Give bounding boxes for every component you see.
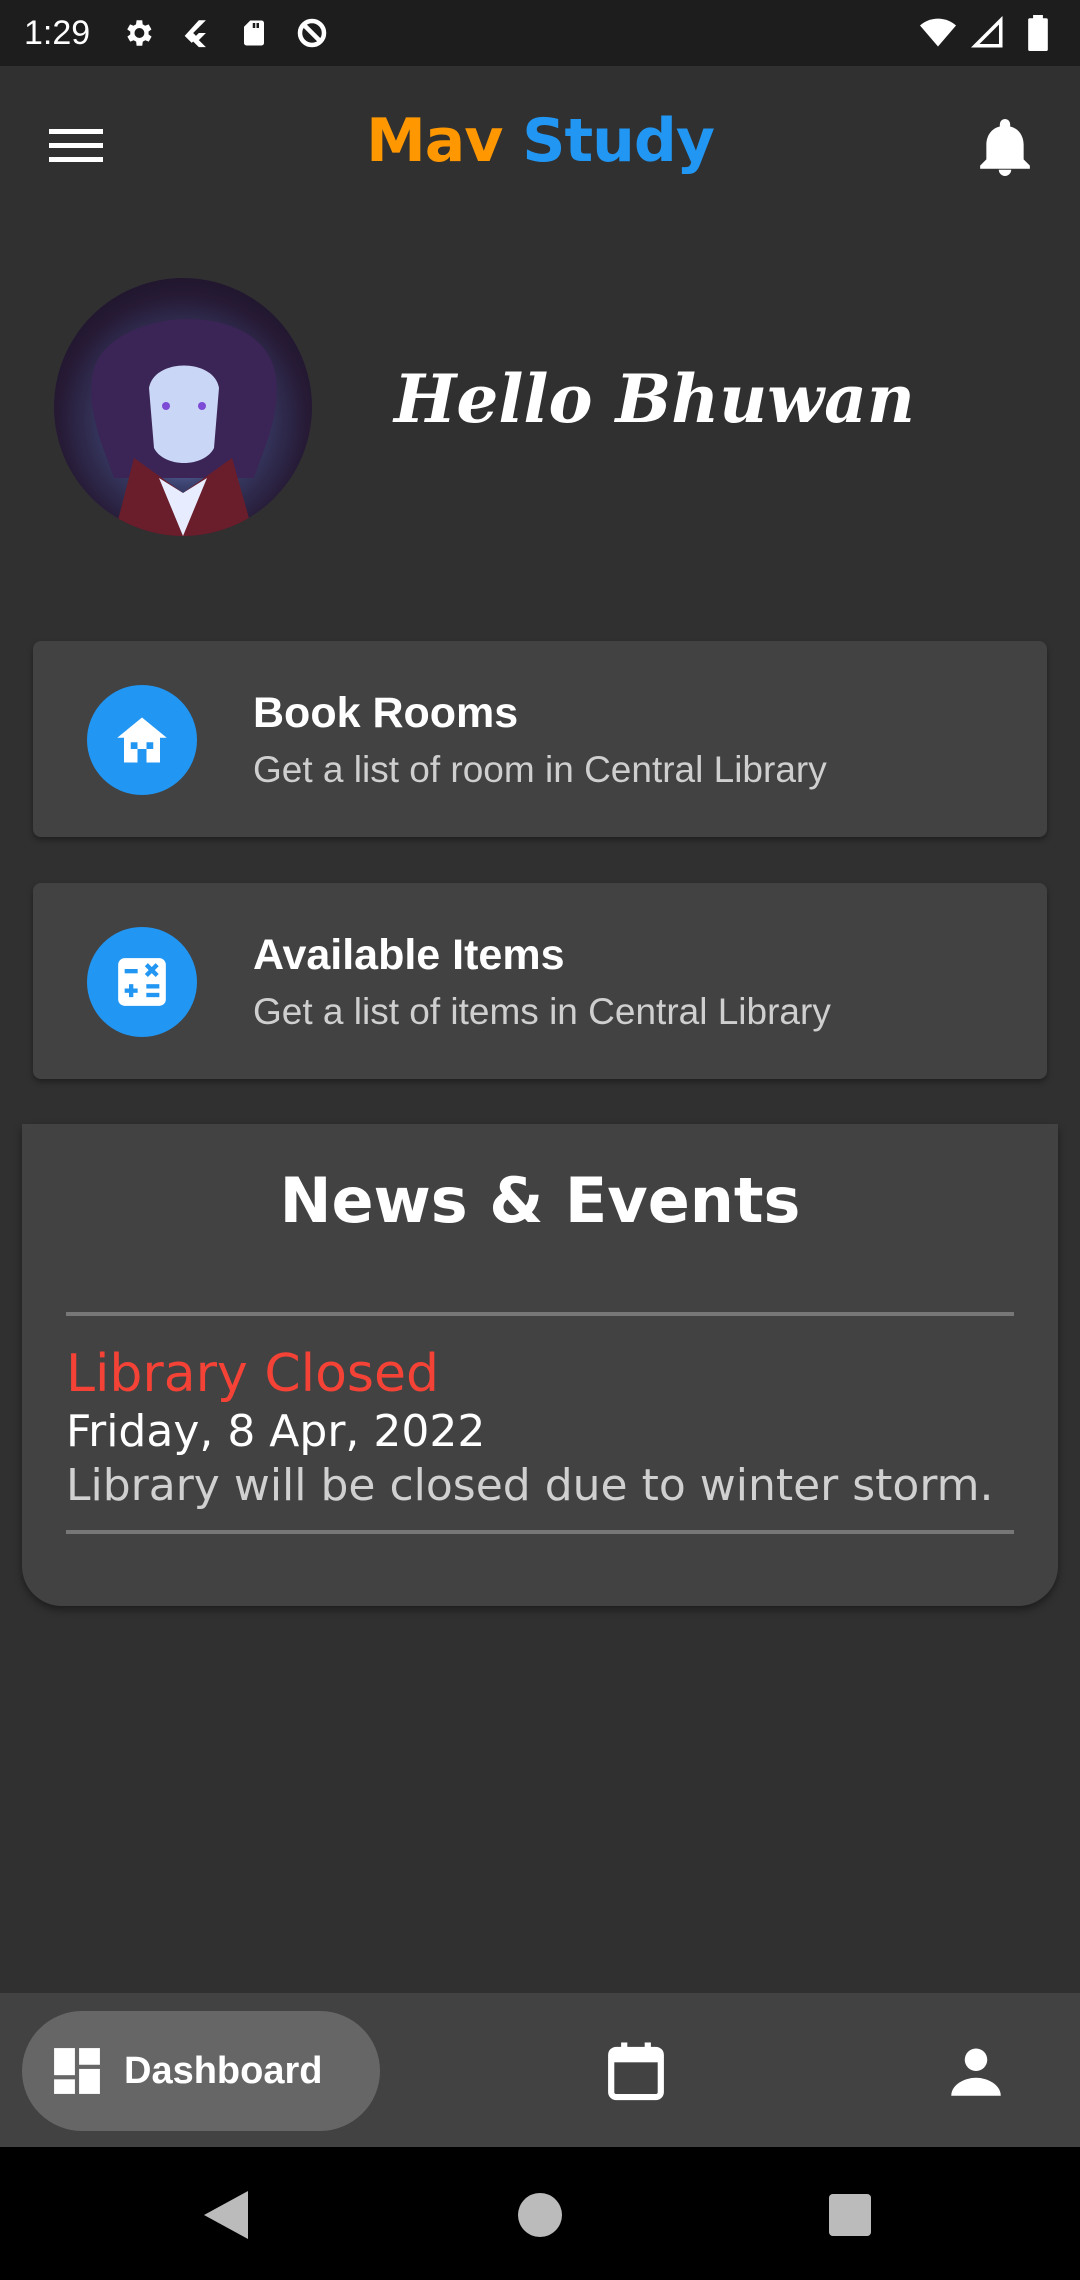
available-items-card[interactable]: Available Items Get a list of items in C…	[33, 883, 1047, 1079]
dashboard-icon	[54, 2048, 100, 2094]
recents-icon	[829, 2194, 871, 2236]
status-icons-left	[120, 15, 330, 51]
person-icon	[951, 2048, 1001, 2096]
news-heading: News & Events	[279, 1164, 801, 1237]
sd-card-icon	[236, 15, 272, 51]
home-icon	[518, 2193, 562, 2237]
app-title-study: Study	[522, 106, 715, 176]
book-rooms-title: Book Rooms	[253, 689, 519, 737]
settings-icon	[120, 15, 156, 51]
nav-dashboard-label: Dashboard	[124, 2049, 323, 2092]
flutter-icon	[178, 15, 214, 51]
news-divider	[66, 1530, 1014, 1534]
event-date: Friday, 8 Apr, 2022	[66, 1406, 486, 1457]
system-back-button[interactable]	[196, 2187, 256, 2243]
house-icon	[117, 717, 167, 763]
app-bar: Mav Study	[0, 66, 1080, 226]
app-title-mav: Mav	[366, 106, 503, 176]
avatar-image	[91, 319, 277, 536]
calendar-icon	[608, 2042, 664, 2101]
status-time: 1:29	[24, 13, 91, 52]
nav-profile[interactable]	[936, 2031, 1016, 2111]
bell-icon	[980, 119, 1030, 176]
event-description: Library will be closed due to winter sto…	[66, 1460, 994, 1511]
calculator-icon	[118, 958, 166, 1006]
status-icons-right	[920, 15, 1056, 51]
data-saver-icon	[294, 15, 330, 51]
book-rooms-card[interactable]: Book Rooms Get a list of room in Central…	[33, 641, 1047, 837]
system-home-button[interactable]	[512, 2187, 568, 2243]
avatar	[54, 278, 312, 536]
available-items-title: Available Items	[253, 931, 565, 979]
event-title[interactable]: Library Closed	[66, 1344, 439, 1404]
news-events-panel: News & Events Library Closed Friday, 8 A…	[22, 1124, 1058, 1606]
cell-signal-icon	[970, 15, 1006, 51]
system-recents-button[interactable]	[822, 2187, 878, 2243]
status-bar: 1:29	[0, 0, 1080, 66]
greeting-text: Hello Bhuwan	[394, 360, 915, 438]
book-rooms-subtitle: Get a list of room in Central Library	[253, 749, 827, 790]
wifi-icon	[920, 15, 956, 51]
book-rooms-icon-circle	[87, 685, 197, 795]
available-items-icon-circle	[87, 927, 197, 1037]
news-divider	[66, 1312, 1014, 1316]
available-items-subtitle: Get a list of items in Central Library	[253, 991, 831, 1032]
battery-icon	[1020, 15, 1056, 51]
nav-dashboard[interactable]: Dashboard	[22, 2011, 380, 2131]
bottom-navigation: Dashboard	[0, 1993, 1080, 2147]
nav-calendar[interactable]	[596, 2031, 676, 2111]
notifications-button[interactable]	[970, 112, 1040, 182]
app-title: Mav Study	[0, 106, 1080, 176]
back-icon	[204, 2191, 248, 2239]
system-navigation-bar	[0, 2147, 1080, 2280]
